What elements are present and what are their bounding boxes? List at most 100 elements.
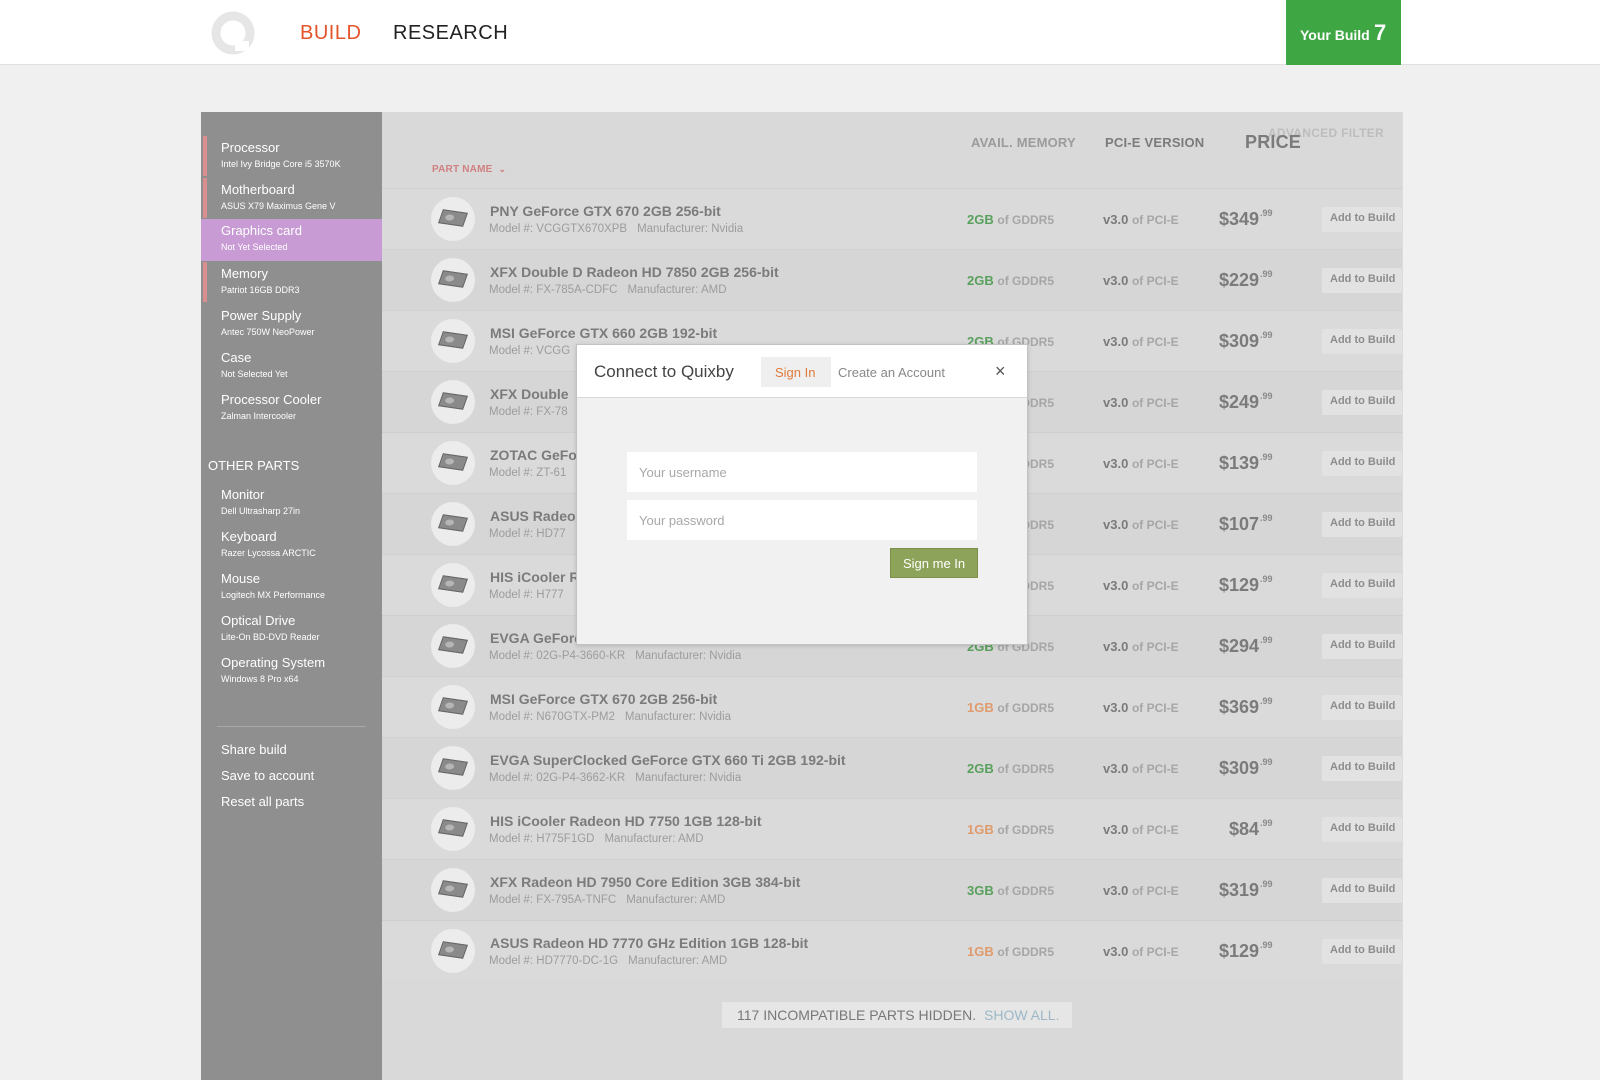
part-name[interactable]: HIS iCooler R: [490, 569, 579, 585]
price: $309.99: [1199, 757, 1273, 779]
nav-research[interactable]: RESEARCH: [393, 22, 508, 45]
add-to-build-button[interactable]: Add to Build: [1322, 817, 1402, 842]
column-header-part-name[interactable]: PART NAME ⌄: [432, 164, 506, 175]
sidebar-item-name: Power Supply: [221, 308, 302, 323]
part-name[interactable]: PNY GeForce GTX 670 2GB 256-bit: [490, 203, 721, 219]
pci-version: v3.0: [1103, 273, 1129, 288]
add-to-build-button[interactable]: Add to Build: [1322, 695, 1402, 720]
column-header-pci[interactable]: PCI-E VERSION: [1105, 135, 1204, 150]
model-number: Model #: HD7770-DC-1G: [489, 955, 619, 967]
part-name[interactable]: XFX Radeon HD 7950 Core Edition 3GB 384-…: [490, 874, 800, 890]
sidebar-item-mouse[interactable]: Mouse Logitech MX Performance: [201, 567, 382, 609]
your-build-button[interactable]: Your Build 7: [1286, 0, 1401, 65]
pci-suffix: of PCI-E: [1131, 274, 1179, 288]
price-dollars: $249: [1218, 392, 1259, 412]
part-name[interactable]: ZOTAC GeFor: [490, 447, 582, 463]
sidebar-item-keyboard[interactable]: Keyboard Razer Lycossa ARCTIC: [201, 525, 382, 567]
table-row[interactable]: MSI GeForce GTX 670 2GB 256-bit Model #: …: [382, 676, 1402, 737]
pci-value: v3.0 of PCI-E: [1103, 517, 1179, 532]
sidebar-item-optical-drive[interactable]: Optical Drive Lite-On BD-DVD Reader: [201, 609, 382, 651]
part-name[interactable]: HIS iCooler Radeon HD 7750 1GB 128-bit: [490, 813, 762, 829]
sidebar-item-monitor[interactable]: Monitor Dell Ultrasharp 27in: [201, 483, 382, 525]
price-dollars: $294: [1218, 636, 1259, 656]
model-number: Model #: ZT-61: [489, 467, 567, 479]
graphics-card-icon: [438, 941, 468, 959]
part-name[interactable]: ASUS Radeon HD 7770 GHz Edition 1GB 128-…: [490, 935, 808, 951]
add-to-build-button[interactable]: Add to Build: [1322, 329, 1402, 354]
sidebar-item-motherboard[interactable]: Motherboard ASUS X79 Maximus Gene V: [201, 178, 382, 220]
add-to-build-button[interactable]: Add to Build: [1322, 878, 1402, 903]
add-to-build-button[interactable]: Add to Build: [1322, 512, 1402, 537]
column-header-memory[interactable]: AVAIL. MEMORY: [971, 135, 1076, 150]
memory-size: 2GB: [967, 273, 994, 288]
part-name[interactable]: XFX Double: [490, 386, 569, 402]
tab-create-account[interactable]: Create an Account: [838, 365, 945, 380]
price: $349.99: [1199, 208, 1273, 230]
tab-sign-in[interactable]: Sign In: [761, 357, 831, 387]
save-to-account-link[interactable]: Save to account: [221, 768, 314, 783]
table-row[interactable]: ASUS Radeon HD 7770 GHz Edition 1GB 128-…: [382, 920, 1402, 981]
sidebar-item-graphics-card[interactable]: Graphics card Not Yet Selected: [201, 219, 382, 261]
column-header-price[interactable]: PRICE: [1241, 132, 1301, 153]
username-input[interactable]: [627, 452, 977, 492]
price: $129.99: [1199, 574, 1273, 596]
price-cents: .99: [1260, 696, 1273, 706]
table-row[interactable]: EVGA SuperClocked GeForce GTX 660 Ti 2GB…: [382, 737, 1402, 798]
pci-version: v3.0: [1103, 639, 1129, 654]
table-row[interactable]: XFX Double D Radeon HD 7850 2GB 256-bit M…: [382, 249, 1402, 310]
show-all-link[interactable]: SHOW ALL.: [984, 1007, 1059, 1023]
add-to-build-button[interactable]: Add to Build: [1322, 451, 1402, 476]
part-name[interactable]: MSI GeForce GTX 660 2GB 192-bit: [490, 325, 717, 341]
part-name[interactable]: XFX Double D Radeon HD 7850 2GB 256-bit: [490, 264, 779, 280]
price-dollars: $229: [1218, 270, 1259, 290]
table-row[interactable]: HIS iCooler Radeon HD 7750 1GB 128-bit Mo…: [382, 798, 1402, 859]
table-row[interactable]: XFX Radeon HD 7950 Core Edition 3GB 384-…: [382, 859, 1402, 920]
model-number: Model #: HD77: [489, 528, 566, 540]
price: $84.99: [1199, 818, 1273, 840]
graphics-card-thumbnail: [431, 258, 475, 302]
price-cents: .99: [1260, 330, 1273, 340]
sidebar-item-sub: Patriot 16GB DDR3: [221, 285, 300, 295]
table-row[interactable]: PNY GeForce GTX 670 2GB 256-bit Model #: …: [382, 188, 1402, 249]
sidebar-item-operating-system[interactable]: Operating System Windows 8 Pro x64: [201, 651, 382, 693]
pci-value: v3.0 of PCI-E: [1103, 700, 1179, 715]
graphics-card-thumbnail: [431, 624, 475, 668]
manufacturer: Manufacturer: Nvidia: [637, 223, 744, 235]
part-name[interactable]: MSI GeForce GTX 670 2GB 256-bit: [490, 691, 717, 707]
sidebar-item-memory[interactable]: Memory Patriot 16GB DDR3: [201, 262, 382, 304]
price: $139.99: [1199, 452, 1273, 474]
add-to-build-button[interactable]: Add to Build: [1322, 268, 1402, 293]
sidebar-item-power-supply[interactable]: Power Supply Antec 750W NeoPower: [201, 304, 382, 346]
sidebar-item-processor[interactable]: Processor Intel Ivy Bridge Core i5 3570K: [201, 136, 382, 178]
nav-build[interactable]: BUILD: [300, 22, 361, 45]
pci-suffix: of PCI-E: [1131, 213, 1179, 227]
add-to-build-button[interactable]: Add to Build: [1322, 573, 1402, 598]
pci-value: v3.0 of PCI-E: [1103, 212, 1179, 227]
pci-suffix: of PCI-E: [1131, 335, 1179, 349]
close-icon[interactable]: ×: [995, 361, 1006, 382]
add-to-build-button[interactable]: Add to Build: [1322, 939, 1402, 964]
model-number: Model #: FX-795A-TNFC: [489, 894, 617, 906]
add-to-build-button[interactable]: Add to Build: [1322, 207, 1402, 232]
add-to-build-button[interactable]: Add to Build: [1322, 634, 1402, 659]
pci-version: v3.0: [1103, 700, 1129, 715]
sidebar-item-case[interactable]: Case Not Selected Yet: [201, 346, 382, 388]
share-build-link[interactable]: Share build: [221, 742, 287, 757]
pci-suffix: of PCI-E: [1131, 640, 1179, 654]
password-input[interactable]: [627, 500, 977, 540]
reset-all-parts-link[interactable]: Reset all parts: [221, 794, 304, 809]
quixby-logo-icon[interactable]: [211, 11, 255, 55]
add-to-build-button[interactable]: Add to Build: [1322, 390, 1402, 415]
pci-value: v3.0 of PCI-E: [1103, 273, 1179, 288]
add-to-build-button[interactable]: Add to Build: [1322, 756, 1402, 781]
price-dollars: $107: [1218, 514, 1259, 534]
pci-version: v3.0: [1103, 517, 1129, 532]
pci-version: v3.0: [1103, 761, 1129, 776]
part-meta: Model #: HD77: [489, 528, 576, 540]
part-name[interactable]: ASUS Radeon: [490, 508, 584, 524]
part-name[interactable]: EVGA SuperClocked GeForce GTX 660 Ti 2GB…: [490, 752, 846, 768]
sign-in-button[interactable]: Sign me In: [890, 548, 978, 578]
graphics-card-thumbnail: [431, 502, 475, 546]
sidebar-item-processor-cooler[interactable]: Processor Cooler Zalman Intercooler: [201, 388, 382, 430]
incompatible-count-text: 117 INCOMPATIBLE PARTS HIDDEN.: [737, 1007, 977, 1023]
